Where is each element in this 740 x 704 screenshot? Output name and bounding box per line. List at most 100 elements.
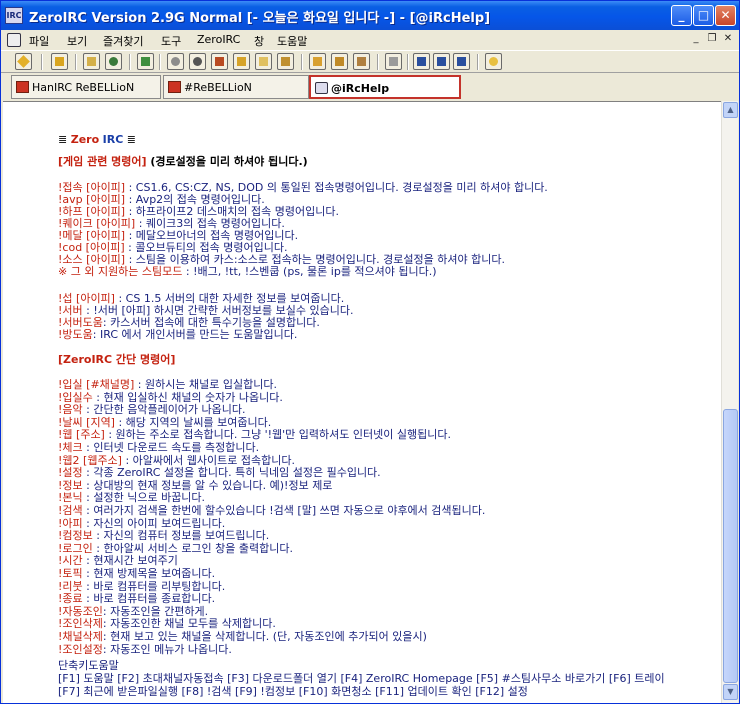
script-icon[interactable]: [137, 53, 154, 70]
tile-vertical-icon[interactable]: [433, 53, 450, 70]
command-name: !입실수: [58, 390, 93, 404]
command-line: !입실 [#채널명] : 원하시는 채널로 입실합니다.: [58, 379, 277, 391]
palette-icon[interactable]: [331, 53, 348, 70]
command-line: !토픽 : 현재 방제목을 보여줍니다.: [58, 568, 215, 580]
command-description: : 바로 컴퓨터를 종료합니다.: [82, 592, 216, 606]
scroll-thumb[interactable]: [723, 409, 738, 683]
command-line: !입실수 : 현재 입실하신 채널의 숫자가 나옵니다.: [58, 390, 283, 404]
music-icon[interactable]: [309, 53, 326, 70]
command-name: !본닉: [58, 491, 83, 505]
toolbar: [1, 50, 739, 72]
command-name: !채널삭제: [58, 630, 103, 643]
app-icon[interactable]: IRC: [5, 7, 23, 24]
tile-horizontal-icon[interactable]: [413, 53, 430, 70]
command-line: !채널삭제: 현재 보고 있는 채널을 삭제합니다. (단, 자동조인에 추가되…: [58, 631, 427, 643]
command-description: : 여러가지 검색을 한번에 할수있습니다 !검색 [말] 쓰면 자동으로 야후…: [82, 504, 486, 517]
command-name: !웹: [58, 428, 73, 442]
globe-icon[interactable]: [105, 53, 122, 70]
command-description: : 인터넷 다운로드 속도를 측정합니다.: [82, 441, 260, 454]
mdi-minimize-button[interactable]: _: [689, 33, 703, 46]
image-icon[interactable]: [233, 53, 250, 70]
command-description: : 현재시간 보여주기: [82, 554, 178, 568]
menu-favorites[interactable]: 즐겨찾기: [103, 33, 143, 49]
timer-icon[interactable]: [167, 53, 184, 70]
menu-zeroirc[interactable]: ZeroIRC: [197, 33, 240, 46]
command-line: !조인삭제: 자동조인한 채널 모두를 삭제합니다.: [58, 618, 276, 630]
maximize-button[interactable]: □: [693, 5, 714, 26]
photo-icon[interactable]: [277, 53, 294, 70]
books-icon[interactable]: [211, 53, 228, 70]
command-line: !시간 : 현재시간 보여주기: [58, 555, 178, 567]
scroll-down-icon[interactable]: ▼: [723, 684, 738, 700]
command-description: : 원하는 주소로 접속합니다. 그냥 '!웹'만 입력하셔도 인터넷이 실행됩…: [104, 428, 451, 442]
grid-icon[interactable]: [385, 53, 402, 70]
command-name: !아피: [58, 516, 83, 530]
edit-tool-icon[interactable]: [15, 53, 32, 70]
shortcut-line: [F1] 도움말 [F2] 초대채널자동접속 [F3] 다운로드폴더 열기 [F…: [58, 672, 665, 685]
clock-icon[interactable]: [189, 53, 206, 70]
zero-irc-logo: ≣ Zero IRC ≣: [58, 133, 136, 146]
command-name: !음악: [58, 403, 83, 417]
document-icon[interactable]: [7, 33, 21, 47]
chat-text-area[interactable]: ≣ Zero IRC ≣ [게임 관련 명령어] (경로설정을 미리 하셔야 됩…: [3, 101, 721, 703]
menu-help[interactable]: 도움말: [277, 33, 307, 49]
tab-rebellion-channel[interactable]: #ReBELLioN: [163, 75, 309, 99]
query-icon: [315, 82, 328, 94]
command-name: !자동조인: [58, 604, 103, 618]
folder-icon[interactable]: [83, 53, 100, 70]
game-section-header: [게임 관련 명령어] (경로설정을 미리 하셔야 됩니다.): [58, 155, 308, 168]
vertical-scrollbar[interactable]: ▲ ▼: [721, 101, 738, 703]
app-window: IRC ZeroIRC Version 2.9G Normal [- 오늘은 화…: [0, 0, 740, 704]
command-name: ※ 그 외 지원하는 스팀모드: [58, 265, 183, 278]
command-description: : 설정한 닉으로 바꿉니다.: [82, 491, 206, 505]
command-name: !로그인: [58, 541, 93, 555]
server-icon: [16, 81, 29, 93]
command-line: !정보 : 상대방의 현재 정보를 알 수 있습니다. 예)!정보 제로: [58, 478, 333, 492]
command-name: !컴정보: [58, 529, 93, 543]
tab-hanirc-rebellion[interactable]: HanIRC ReBELLioN: [11, 75, 161, 99]
zeroirc-section-header: [ZeroIRC 간단 명령어]: [58, 353, 176, 366]
menu-file[interactable]: 파일: [29, 33, 49, 49]
command-line: !조인설정: 자동조인 메뉴가 나옵니다.: [58, 643, 232, 656]
command-description: : 아알싸에서 웹사이트로 접속합니다.: [121, 453, 295, 467]
command-line: !방도움: IRC 에서 개인서버를 만드는 도움말입니다.: [58, 329, 297, 341]
command-description: : 현재 보고 있는 채널을 삭제합니다. (단, 자동조인에 추가되어 있을시…: [102, 630, 427, 643]
window-tabs: HanIRC ReBELLioN #ReBELLioN @iRcHelp: [1, 72, 739, 100]
shortcut-title: 단축키도움말: [58, 659, 119, 672]
command-line: !웹 [주소] : 원하는 주소로 접속합니다. 그냥 '!웹'만 입력하셔도 …: [58, 429, 451, 441]
command-name: !체크: [58, 441, 83, 454]
lock-icon[interactable]: [51, 53, 68, 70]
command-name: !시간: [58, 554, 83, 568]
menu-bar: 파일 보기 즐겨찾기 도구 ZeroIRC 창 도움말 _ ❐ ✕: [1, 30, 739, 50]
menu-window[interactable]: 창: [254, 33, 264, 49]
command-name: !방도움: [58, 328, 93, 341]
mdi-close-button[interactable]: ✕: [721, 33, 735, 46]
channel-icon: [168, 81, 181, 93]
notepad-icon[interactable]: [255, 53, 272, 70]
command-name: !설정: [58, 466, 83, 480]
close-button[interactable]: ✕: [715, 5, 736, 26]
command-line: !체크 : 인터넷 다운로드 속도를 측정합니다.: [58, 442, 259, 454]
command-line: !음악 : 간단한 음악플레이어가 나옵니다.: [58, 404, 246, 416]
command-line: !날씨 [지역] : 해당 지역의 날씨를 보여줍니다.: [58, 415, 272, 429]
scroll-up-icon[interactable]: ▲: [723, 102, 738, 118]
command-name: !정보: [58, 478, 83, 492]
settings-icon[interactable]: [353, 53, 370, 70]
menu-view[interactable]: 보기: [67, 33, 87, 49]
bulb-icon[interactable]: [485, 53, 502, 70]
command-name: !날씨: [58, 415, 83, 429]
menu-tools[interactable]: 도구: [161, 33, 181, 49]
command-description: : 상대방의 현재 정보를 알 수 있습니다. 예)!정보 제로: [82, 478, 333, 492]
title-bar[interactable]: IRC ZeroIRC Version 2.9G Normal [- 오늘은 화…: [1, 1, 739, 30]
command-line: !컴정보 : 자신의 컴퓨터 정보를 보여드립니다.: [58, 530, 269, 542]
tab-irchelp[interactable]: @iRcHelp: [309, 75, 461, 99]
mdi-restore-button[interactable]: ❐: [705, 33, 719, 46]
command-line: !웹2 [웹주소] : 아알싸에서 웹사이트로 접속합니다.: [58, 453, 295, 467]
command-name: !입실: [58, 378, 83, 391]
window-title: ZeroIRC Version 2.9G Normal [- 오늘은 화요일 입…: [29, 11, 491, 26]
cascade-icon[interactable]: [453, 53, 470, 70]
command-line: !종료 : 바로 컴퓨터를 종료합니다.: [58, 593, 215, 605]
command-name: !조인삭제: [58, 617, 103, 631]
minimize-button[interactable]: _: [671, 5, 692, 26]
command-description: : 해당 지역의 날씨를 보여줍니다.: [114, 415, 272, 429]
